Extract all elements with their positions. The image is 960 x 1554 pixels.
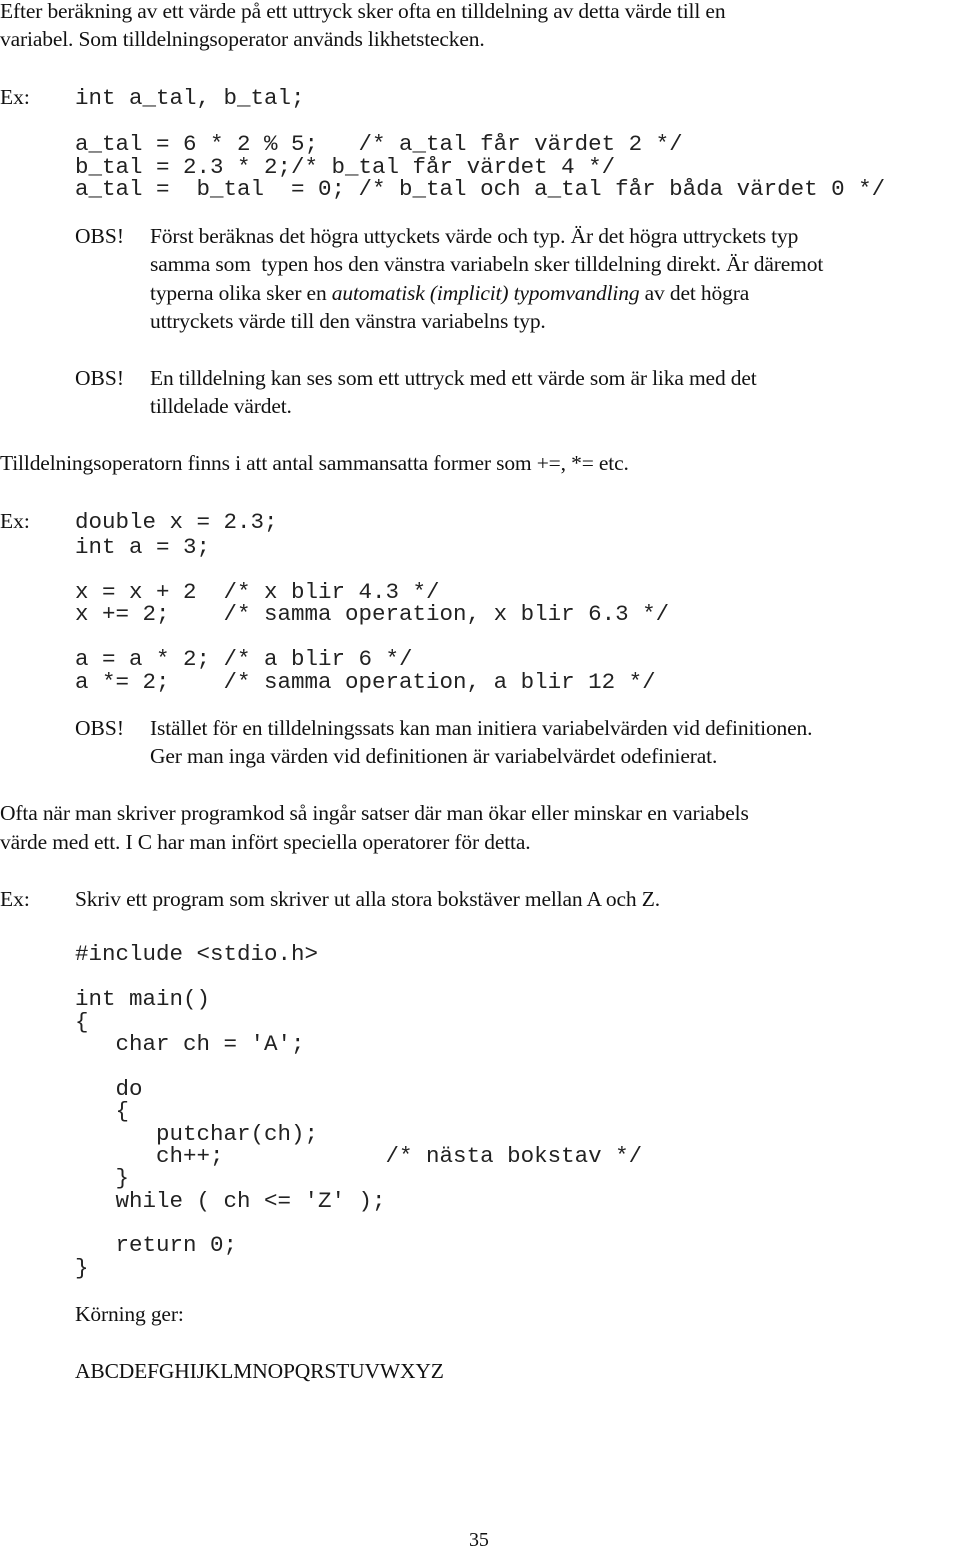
example-1-label: Ex: [0, 85, 30, 109]
obs-1-line-2: samma som typen hos den vänstra variabel… [150, 252, 824, 276]
code-line: a_tal = 6 * 2 % 5; /* a_tal får värdet 2… [75, 131, 683, 157]
obs-1-line-1: Först beräknas det högra uttyckets värde… [150, 224, 799, 248]
program-output: ABCDEFGHIJKLMNOPQRSTUVWXYZ [75, 1359, 444, 1383]
obs-2-line-2: tilldelade värdet. [150, 394, 292, 418]
intro-line-1: Efter beräkning av ett värde på ett uttr… [0, 0, 726, 23]
code-line: a = a * 2; /* a blir 6 */ [75, 646, 413, 672]
code-line: { [75, 1098, 130, 1124]
run-label: Körning ger: [75, 1302, 184, 1326]
example-2-label: Ex: [0, 509, 30, 533]
obs-3-line-2: Ger man inga värden vid definitionen är … [150, 744, 718, 768]
obs-3-line-1: Istället för en tilldelningssats kan man… [150, 716, 813, 740]
compound-operators-text: Tilldelningsoperatorn finns i att antal … [0, 451, 629, 475]
obs-2-line-1: En tilldelning kan ses som ett uttryck m… [150, 366, 757, 390]
obs-1-line-3: typerna olika sker en automatisk (implic… [150, 279, 749, 307]
obs-1-line-4: uttryckets värde till den vänstra variab… [150, 309, 546, 333]
example-3-label: Ex: [0, 887, 30, 911]
obs-1-text: av det högra [639, 281, 750, 305]
code-line: int a = 3; [75, 534, 211, 560]
code-line: ch++; /* nästa bokstav */ [75, 1143, 643, 1169]
code-line: return 0; [75, 1232, 238, 1258]
obs-1-emphasis: automatisk (implicit) typomvandling [331, 281, 640, 305]
code-line: double x = 2.3; [75, 509, 278, 535]
code-line: x += 2; /* samma operation, x blir 6.3 *… [75, 601, 670, 627]
code-line: } [75, 1255, 89, 1281]
obs-1-text: typerna olika sker en [150, 281, 332, 305]
example-3-task: Skriv ett program som skriver ut alla st… [75, 887, 660, 911]
intro-line-2: variabel. Som tilldelningsoperator använ… [0, 27, 485, 51]
increment-line-2: värde med ett. I C har man infört specie… [0, 830, 531, 854]
code-line: while ( ch <= 'Z' ); [75, 1188, 386, 1214]
code-line: a_tal = b_tal = 0; /* b_tal och a_tal få… [75, 176, 886, 202]
obs-1-label: OBS! [75, 224, 124, 248]
obs-2-label: OBS! [75, 366, 124, 390]
obs-3-label: OBS! [75, 716, 124, 740]
code-line: char ch = 'A'; [75, 1031, 305, 1057]
code-line: int main() [75, 986, 211, 1012]
code-line: a *= 2; /* samma operation, a blir 12 */ [75, 669, 656, 695]
code-line: #include <stdio.h> [75, 941, 319, 967]
code-line: } [75, 1165, 130, 1191]
code-line: int a_tal, b_tal; [75, 85, 305, 111]
increment-line-1: Ofta när man skriver programkod så ingår… [0, 801, 749, 825]
